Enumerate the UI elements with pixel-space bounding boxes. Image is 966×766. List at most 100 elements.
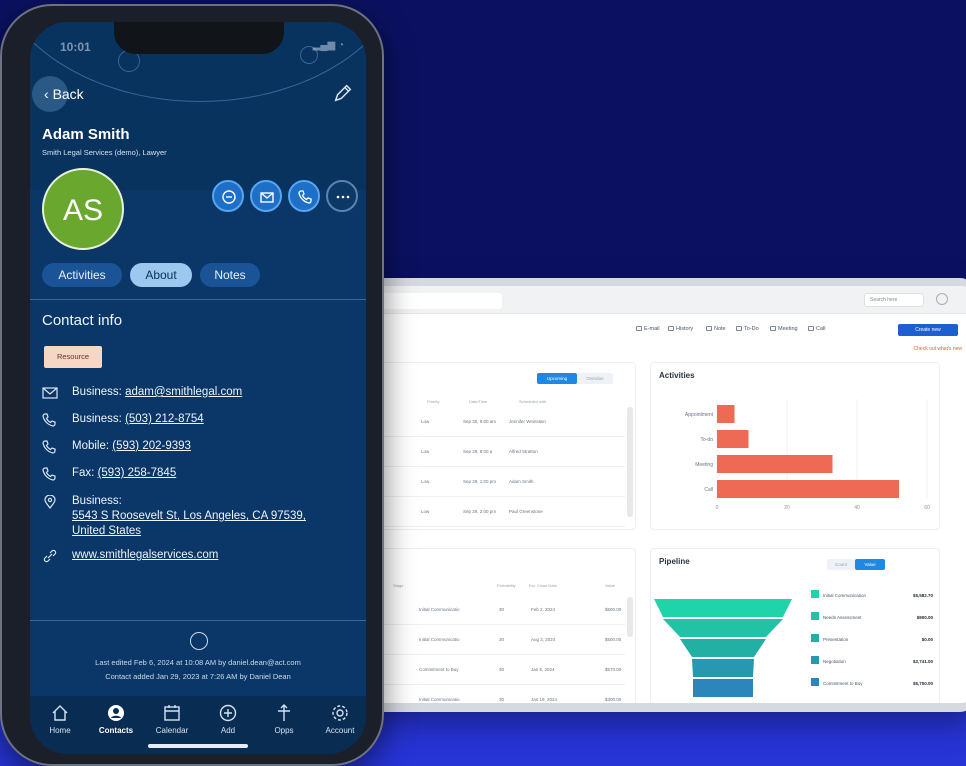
- bar-appointment: [717, 405, 735, 423]
- home-icon: [52, 705, 68, 721]
- nav-add[interactable]: Add: [200, 704, 256, 735]
- legend-value: $900.00: [917, 615, 934, 620]
- pencil-icon[interactable]: [332, 82, 354, 104]
- search-input[interactable]: Search here: [864, 293, 924, 307]
- column-header[interactable]: Priority: [427, 399, 439, 404]
- status-badge: Resource: [44, 346, 102, 368]
- legend-value: $0.00: [922, 637, 934, 642]
- tab-activities[interactable]: Activities: [42, 263, 122, 287]
- y-tick-label: Appointment: [685, 412, 714, 418]
- nav-opps[interactable]: Opps: [256, 704, 312, 735]
- mail-icon: [42, 387, 58, 399]
- legend-label: Initial Communication: [823, 593, 867, 598]
- table-row[interactable]: Initial Communicatio 30 Jan 19, 2024 $300.0…: [359, 685, 625, 703]
- history-action[interactable]: History: [668, 326, 693, 332]
- call-icon: [808, 326, 814, 331]
- y-tick-label: To-do: [700, 437, 713, 443]
- help-icon[interactable]: [936, 293, 948, 305]
- message-button[interactable]: [212, 180, 244, 212]
- y-tick-label: Call: [704, 487, 713, 493]
- phone-screen: 10:01 ▂▄▆ ◔ ‹ Back Adam Smith Smith Lega…: [30, 22, 366, 754]
- table-row[interactable]: Low Sep 30, 9:00 am Jennifer Weinstein: [359, 407, 625, 437]
- table-row[interactable]: Commitment to Buy 30 Jan 6, 2024 $570.00: [359, 655, 625, 685]
- phone-icon: [298, 190, 312, 204]
- column-header[interactable]: Scheduled with: [519, 399, 546, 404]
- legend-label: Commitment to Buy: [823, 681, 863, 686]
- section-title: Contact info: [42, 312, 123, 329]
- todo-icon: [736, 326, 742, 331]
- column-header[interactable]: Probability: [497, 583, 516, 588]
- bottom-tab-bar: Home Contacts Calendar Add Opps Account: [30, 696, 366, 754]
- divider: [30, 299, 366, 300]
- legend-label: Negotiation: [823, 659, 846, 664]
- funnel-segment: [692, 659, 754, 677]
- browser-bar: Search here: [358, 286, 966, 314]
- tab-notes[interactable]: Notes: [200, 263, 260, 287]
- x-tick-label: 0: [716, 505, 719, 511]
- funnel-segment: [663, 619, 783, 637]
- legend-swatch: [811, 634, 819, 642]
- nav-account[interactable]: Account: [312, 704, 366, 735]
- more-button[interactable]: [326, 180, 358, 212]
- create-new-button[interactable]: Create new: [898, 324, 958, 336]
- bar-to-do: [717, 430, 749, 448]
- overdue-toggle[interactable]: Overdue: [577, 373, 613, 384]
- back-button[interactable]: ‹ Back: [44, 86, 84, 102]
- call-action[interactable]: Call: [808, 326, 825, 332]
- browser-tab[interactable]: [382, 293, 502, 309]
- funnel-segment: [680, 639, 766, 657]
- y-tick-label: Meeting: [695, 462, 713, 468]
- nav-contacts[interactable]: Contacts: [88, 704, 144, 735]
- table-row[interactable]: Initial Communicatio 30 Aug 3, 2024 $500.00: [359, 625, 625, 655]
- scrollbar[interactable]: [627, 597, 633, 637]
- address-link-line2[interactable]: United States: [72, 525, 141, 537]
- fax-link[interactable]: (593) 258-7845: [98, 467, 177, 479]
- last-edited-text: Last edited Feb 6, 2024 at 10:08 AM by d…: [95, 658, 301, 667]
- legend-value: $2,741.00: [913, 659, 934, 664]
- meeting-action[interactable]: Meeting: [770, 326, 798, 332]
- email-action[interactable]: E-mail: [636, 326, 660, 332]
- table-row[interactable]: Low Sep 29, 1:00 pm Adam Smith: [359, 467, 625, 497]
- whats-new-link[interactable]: Check out what's new: [914, 346, 962, 352]
- meeting-icon: [770, 326, 776, 331]
- todo-action[interactable]: To-Do: [736, 326, 759, 332]
- email-button[interactable]: [250, 180, 282, 212]
- opportunities-list-panel: Stage Probability Est. Close Date Value …: [358, 548, 636, 703]
- legend-value: $5,582.70: [913, 593, 934, 598]
- status-time: 10:01: [60, 40, 91, 54]
- address-link-line1[interactable]: 5543 S Roosevelt St, Los Angeles, CA 975…: [72, 510, 306, 522]
- table-row[interactable]: Initial Communicatio 30 Feb 2, 2024 $500.00: [359, 595, 625, 625]
- tab-about[interactable]: About: [130, 263, 192, 287]
- table-row[interactable]: Low Sep 29, 8:00 a Alfred Stratton: [359, 437, 625, 467]
- note-action[interactable]: Note: [706, 326, 726, 332]
- contact-added-text: Contact added Jan 29, 2023 at 7:26 AM by…: [105, 672, 291, 681]
- history-icon: [668, 326, 674, 331]
- email-link[interactable]: adam@smithlegal.com: [125, 386, 242, 398]
- column-header[interactable]: Date/Time: [469, 399, 487, 404]
- chevron-left-icon: ‹: [44, 86, 53, 102]
- call-button[interactable]: [288, 180, 320, 212]
- upcoming-toggle[interactable]: Upcoming: [537, 373, 577, 384]
- table-row[interactable]: Low Sep 29, 2:00 pm Paul Greenstone: [359, 497, 625, 527]
- column-header[interactable]: Stage: [393, 583, 403, 588]
- scrollbar[interactable]: [627, 407, 633, 517]
- column-header[interactable]: Value: [605, 583, 615, 588]
- phone-notch: [114, 22, 284, 54]
- mobile-link[interactable]: (593) 202-9393: [112, 440, 191, 452]
- phone-device: 10:01 ▂▄▆ ◔ ‹ Back Adam Smith Smith Lega…: [0, 4, 384, 766]
- phone-link[interactable]: (503) 212-8754: [125, 413, 204, 425]
- website-link[interactable]: www.smithlegalservices.com: [72, 549, 218, 561]
- nav-calendar[interactable]: Calendar: [144, 704, 200, 735]
- link-icon: [43, 549, 57, 563]
- column-header[interactable]: Est. Close Date: [529, 583, 557, 588]
- chat-icon: [222, 190, 236, 204]
- legend-swatch: [811, 678, 819, 686]
- x-tick-label: 20: [784, 505, 790, 511]
- contacts-icon: [108, 705, 124, 721]
- activities-list-panel: Upcoming Overdue Priority Date/Time Sche…: [358, 362, 636, 530]
- legend-label: Presentation: [823, 637, 849, 642]
- x-tick-label: 60: [924, 505, 930, 511]
- nav-home[interactable]: Home: [32, 704, 88, 735]
- more-icon: [336, 195, 350, 199]
- legend-swatch: [811, 656, 819, 664]
